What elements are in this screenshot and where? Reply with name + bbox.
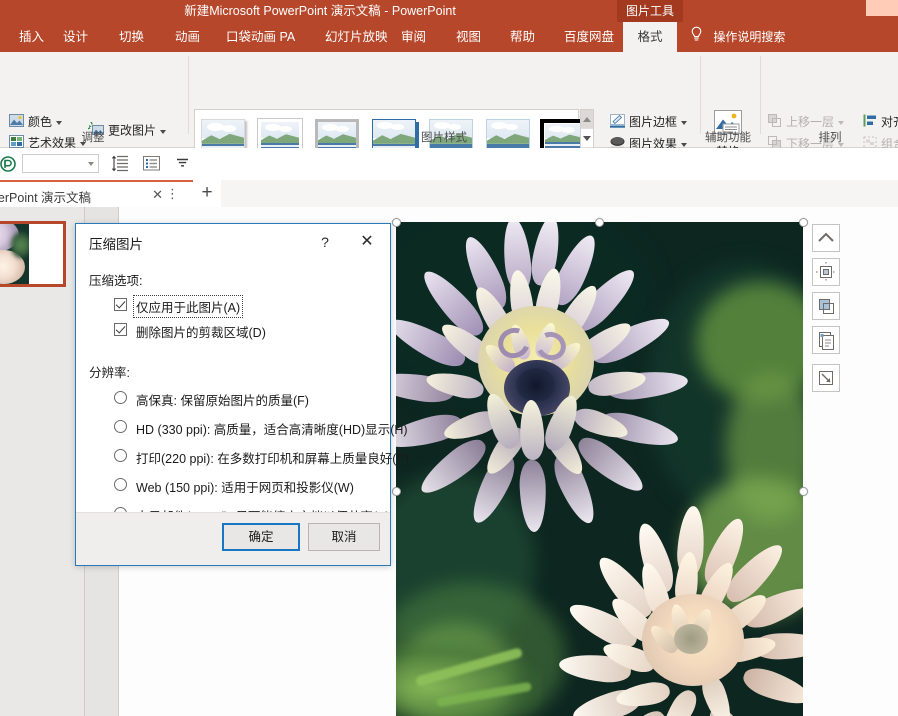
secondary-toolbar <box>0 148 898 181</box>
tab-insert[interactable]: 插入 <box>8 22 55 52</box>
ribbon-tab-strip: 插入 设计 切换 动画 口袋动画 PA 幻灯片放映 审阅 视图 帮助 百度网盘 … <box>0 22 898 52</box>
resolution-label: 分辨率: <box>89 362 130 381</box>
radio-label: Web (150 ppi): 适用于网页和投影仪(W) <box>136 477 354 496</box>
chevron-down-icon[interactable] <box>838 121 844 125</box>
resize-diagonal-button[interactable] <box>812 364 840 392</box>
selection-handle-middle-right[interactable] <box>799 487 808 496</box>
layout-options-button[interactable] <box>812 224 840 252</box>
tab-help[interactable]: 帮助 <box>499 22 546 52</box>
checkbox-label: 仅应用于此图片(A) <box>134 296 242 317</box>
checkbox-label: 删除图片的剪裁区域(D) <box>136 322 266 341</box>
tab-view[interactable]: 视图 <box>445 22 492 52</box>
doc-tab-bar-background <box>221 180 898 207</box>
ribbon-label-color: 颜色 <box>28 115 52 129</box>
dialog-body: 压缩选项: 仅应用于此图片(A) 删除图片的剪裁区域(D) 分辨率: 高保真: … <box>76 260 390 513</box>
group-label-arrange: 排列 <box>762 129 898 145</box>
slide-thumbnail-1[interactable] <box>0 221 66 287</box>
ok-button[interactable]: 确定 <box>222 523 300 551</box>
selection-handle-top-right[interactable] <box>799 218 808 227</box>
tab-pocket-animation[interactable]: 口袋动画 PA <box>215 22 306 52</box>
chevron-down-icon[interactable] <box>88 162 94 166</box>
document-title: 新建Microsoft PowerPoint 演示文稿 - PowerPoint <box>0 0 640 22</box>
checkbox-box[interactable] <box>114 298 127 311</box>
radio-circle[interactable] <box>114 478 127 491</box>
document-tab-label: soft PowerPoint 演示文稿 <box>0 187 91 206</box>
help-icon[interactable]: ? <box>314 232 336 252</box>
dialog-title-bar: 压缩图片 ? ✕ <box>76 224 390 260</box>
copy-pages-button[interactable] <box>812 326 840 354</box>
ribbon: 颜色 艺术效果 压缩图片 <box>0 52 898 148</box>
bullet-list-icon[interactable] <box>143 155 160 175</box>
group-label-accessibility: 辅助功能 <box>698 129 758 145</box>
chevron-down-icon[interactable] <box>681 121 687 125</box>
dahlia-photograph <box>396 222 803 716</box>
tab-review[interactable]: 审阅 <box>390 22 437 52</box>
document-tab-bar: soft PowerPoint 演示文稿 ✕ ⋮ + <box>0 180 898 208</box>
tell-me-label: 操作说明搜索 <box>713 30 785 44</box>
dialog-footer: 确定 取消 <box>76 512 390 565</box>
cancel-button[interactable]: 取消 <box>308 523 380 551</box>
radio-circle[interactable] <box>114 391 127 404</box>
position-markers-button[interactable] <box>812 258 840 286</box>
radio-circle[interactable] <box>114 449 127 462</box>
tab-baidu-netdisk[interactable]: 百度网盘 <box>553 22 625 52</box>
new-tab-button[interactable]: + <box>193 180 221 207</box>
selection-handle-top-left[interactable] <box>392 218 401 227</box>
compress-pictures-dialog: 压缩图片 ? ✕ 压缩选项: 仅应用于此图片(A) 删除图片的剪裁区域(D) 分… <box>75 223 391 566</box>
powerpoint-window: 新建Microsoft PowerPoint 演示文稿 - PowerPoint… <box>0 0 898 716</box>
radio-label: 高保真: 保留原始图片的质量(F) <box>136 390 309 409</box>
style-combo-box[interactable] <box>22 154 99 173</box>
close-icon[interactable]: ✕ <box>152 187 163 203</box>
ribbon-label-bring-forward: 上移一层 <box>786 115 834 129</box>
group-separator <box>188 56 189 134</box>
gallery-scroll-up[interactable] <box>581 110 593 129</box>
slide-thumbnail-image <box>0 224 29 284</box>
group-label-adjust: 调整 <box>0 129 186 145</box>
dialog-title: 压缩图片 <box>89 233 143 253</box>
tab-design[interactable]: 设计 <box>52 22 99 52</box>
ribbon-label-align: 对齐 <box>881 115 898 129</box>
dahlia-upper <box>396 222 706 546</box>
group-label-picture-styles: 图片样式 <box>190 129 698 145</box>
checkbox-box[interactable] <box>114 323 127 336</box>
bring-to-front-button[interactable] <box>812 292 840 320</box>
chevron-down-icon[interactable] <box>56 121 62 125</box>
overflow-icon[interactable]: ⋮ <box>166 186 179 202</box>
lightbulb-icon <box>690 23 703 53</box>
contextual-tab-group-picture-tools: 图片工具 <box>617 0 683 22</box>
dahlia-lower <box>526 512 803 716</box>
tab-format[interactable]: 格式 <box>623 22 677 52</box>
selection-handle-middle-left[interactable] <box>392 487 401 496</box>
radio-label: HD (330 ppi): 高质量，适合高清晰度(HD)显示(H) <box>136 419 408 438</box>
tell-me-box[interactable]: 操作说明搜索 <box>690 22 785 52</box>
close-icon[interactable]: ✕ <box>356 232 378 252</box>
titlebar-corner-element <box>866 0 898 16</box>
tab-animations[interactable]: 动画 <box>164 22 211 52</box>
radio-circle[interactable] <box>114 420 127 433</box>
slide-thumbnail-pane[interactable] <box>0 207 85 716</box>
slide-picture[interactable] <box>396 222 803 716</box>
title-bar: 新建Microsoft PowerPoint 演示文稿 - PowerPoint… <box>0 0 898 22</box>
radio-label: 打印(220 ppi): 在多数打印机和屏幕上质量良好(P) <box>136 448 409 467</box>
powerpoint-round-icon[interactable] <box>0 156 16 175</box>
compression-options-label: 压缩选项: <box>89 270 142 289</box>
tab-slideshow[interactable]: 幻灯片放映 <box>314 22 399 52</box>
tab-transitions[interactable]: 切换 <box>108 22 155 52</box>
group-separator <box>760 56 761 134</box>
qat-overflow-icon[interactable] <box>176 158 189 172</box>
ribbon-label-picture-border: 图片边框 <box>629 115 677 129</box>
document-tab[interactable]: soft PowerPoint 演示文稿 ✕ ⋮ <box>0 180 193 207</box>
line-spacing-icon[interactable] <box>112 155 129 175</box>
selection-handle-top-center[interactable] <box>595 218 604 227</box>
